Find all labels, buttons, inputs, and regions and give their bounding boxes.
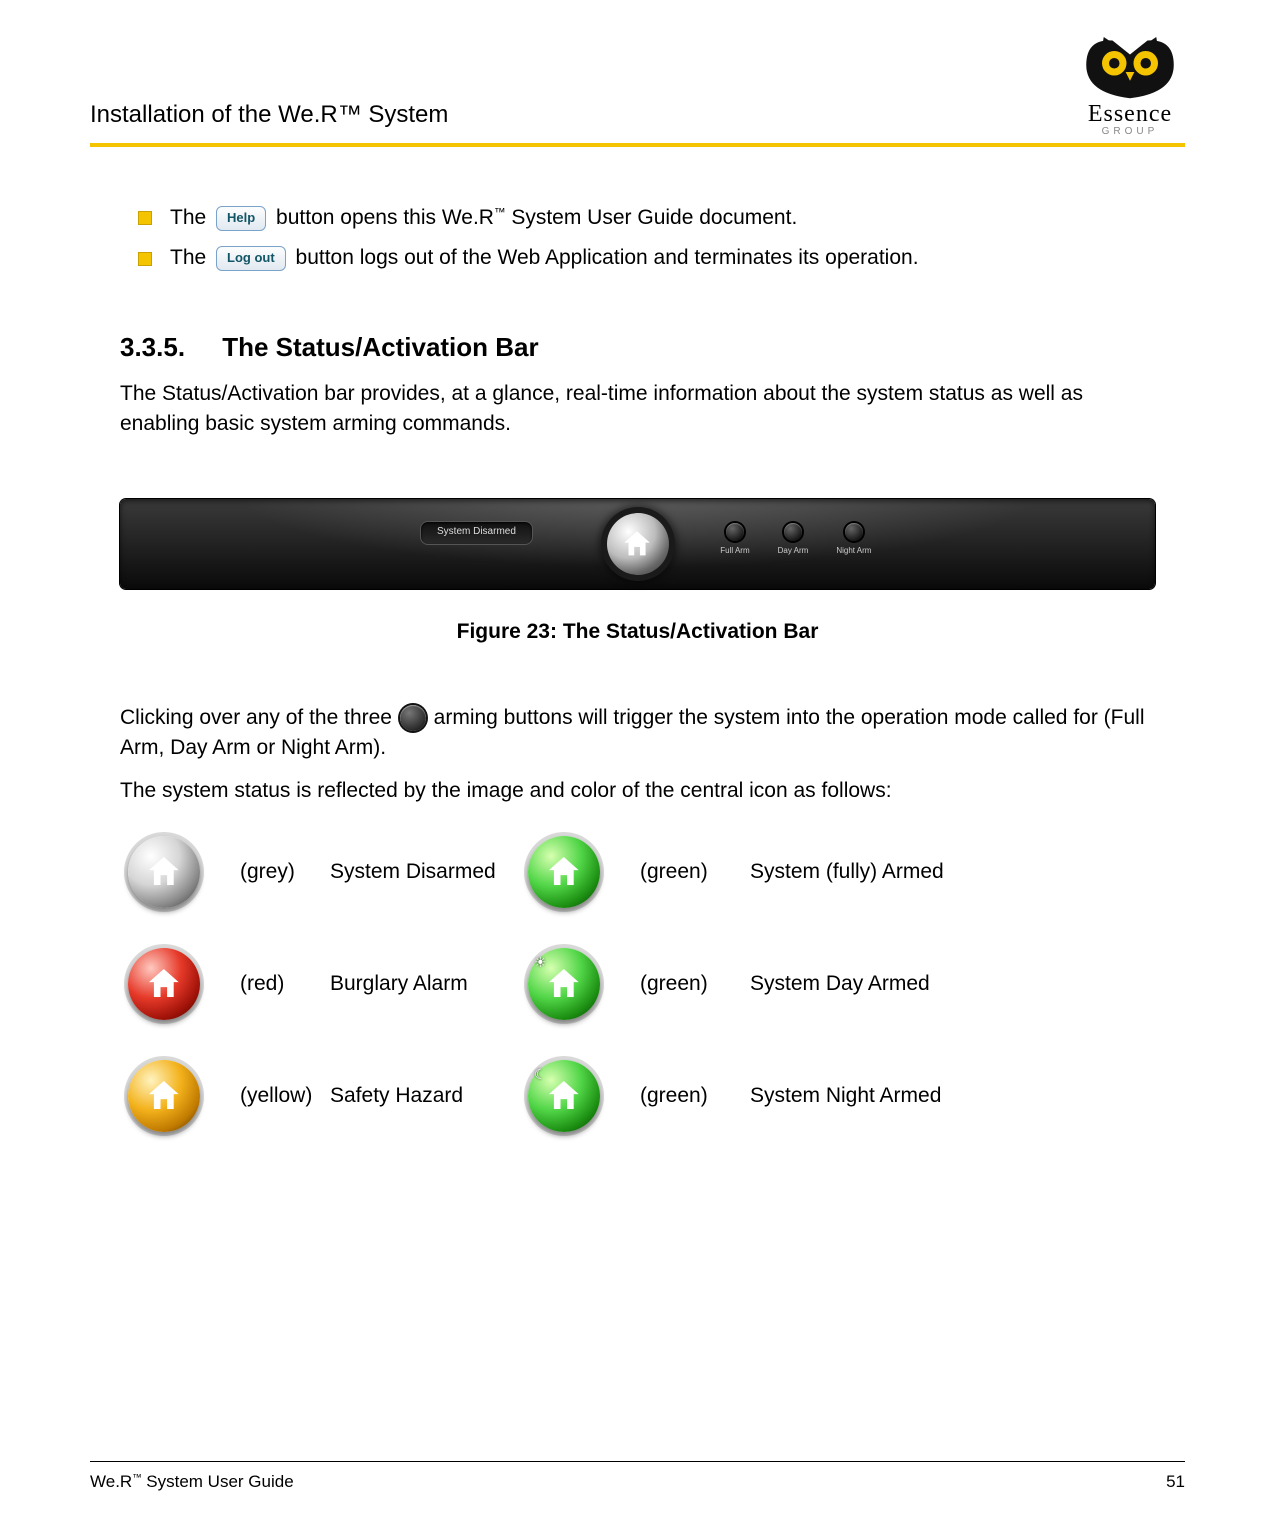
day-arm-orb-icon: ☀ bbox=[528, 948, 600, 1020]
bullet-logout: The Log out button logs out of the Web A… bbox=[138, 243, 1155, 273]
color-note: (green) bbox=[640, 1081, 750, 1111]
status-label: System Day Armed bbox=[750, 969, 1155, 999]
color-note: (grey) bbox=[240, 857, 330, 887]
square-bullet-icon bbox=[138, 252, 152, 266]
label: Day Arm bbox=[778, 545, 809, 557]
footer-doc-title: We.R™ System User Guide bbox=[90, 1472, 294, 1492]
text: button logs out of the Web Application a… bbox=[296, 246, 919, 269]
bullet-help: The Help button opens this We.R™ System … bbox=[138, 203, 1155, 233]
status-label: System Disarmed bbox=[420, 521, 533, 545]
status-label: Safety Hazard bbox=[330, 1081, 520, 1111]
dot-icon bbox=[784, 523, 802, 541]
hazard-orb-icon bbox=[128, 1060, 200, 1132]
color-note: (red) bbox=[240, 969, 330, 999]
tm-symbol: ™ bbox=[494, 207, 506, 219]
moon-icon: ☾ bbox=[534, 1064, 547, 1084]
figure-caption: Figure 23: The Status/Activation Bar bbox=[120, 617, 1155, 647]
sun-icon: ☀ bbox=[534, 952, 547, 972]
dot-icon bbox=[845, 523, 863, 541]
full-arm-orb-icon bbox=[528, 836, 600, 908]
status-label: Burglary Alarm bbox=[330, 969, 520, 999]
section-title: The Status/Activation Bar bbox=[222, 332, 538, 362]
house-icon bbox=[144, 852, 184, 892]
tm-symbol: ™ bbox=[132, 1472, 141, 1482]
paragraph: The system status is reflected by the im… bbox=[120, 776, 1155, 806]
page-number: 51 bbox=[1166, 1472, 1185, 1492]
status-activation-bar: System Disarmed Full Arm Day Arm Night A… bbox=[120, 499, 1155, 589]
status-label: System Night Armed bbox=[750, 1081, 1155, 1111]
house-icon bbox=[144, 1076, 184, 1116]
color-note: (green) bbox=[640, 857, 750, 887]
disarmed-orb-icon bbox=[128, 836, 200, 908]
house-icon bbox=[544, 1076, 584, 1116]
home-status-orb[interactable] bbox=[607, 513, 669, 575]
text: The bbox=[170, 206, 212, 229]
dot-icon bbox=[726, 523, 744, 541]
section-heading: 3.3.5. The Status/Activation Bar bbox=[120, 329, 1155, 367]
house-icon bbox=[144, 964, 184, 1004]
help-button[interactable]: Help bbox=[216, 206, 266, 231]
burglary-orb-icon bbox=[128, 948, 200, 1020]
logout-button[interactable]: Log out bbox=[216, 246, 286, 271]
text: The bbox=[170, 246, 212, 269]
house-icon bbox=[544, 964, 584, 1004]
text: button opens this We.R bbox=[276, 206, 494, 229]
section-intro: The Status/Activation bar provides, at a… bbox=[120, 379, 1155, 440]
color-note: (green) bbox=[640, 969, 750, 999]
section-number: 3.3.5. bbox=[120, 329, 215, 367]
brand-name: Essence bbox=[1075, 101, 1185, 128]
owl-icon bbox=[1075, 30, 1185, 100]
label: Night Arm bbox=[836, 545, 871, 557]
brand-logo: Essence GROUP bbox=[1075, 30, 1185, 137]
label: Full Arm bbox=[720, 545, 749, 557]
color-note: (yellow) bbox=[240, 1081, 330, 1111]
night-arm-button[interactable]: Night Arm bbox=[836, 523, 871, 557]
day-arm-button[interactable]: Day Arm bbox=[778, 523, 809, 557]
text: System User Guide document. bbox=[506, 206, 798, 229]
night-arm-orb-icon: ☾ bbox=[528, 1060, 600, 1132]
house-icon bbox=[544, 852, 584, 892]
square-bullet-icon bbox=[138, 211, 152, 225]
paragraph: Clicking over any of the three arming bu… bbox=[120, 703, 1155, 764]
arming-dot-icon bbox=[400, 705, 426, 731]
status-label: System Disarmed bbox=[330, 857, 520, 887]
house-icon bbox=[620, 527, 654, 561]
full-arm-button[interactable]: Full Arm bbox=[720, 523, 749, 557]
status-label: System (fully) Armed bbox=[750, 857, 1155, 887]
chapter-title: Installation of the We.R™ System bbox=[90, 101, 448, 137]
text: Clicking over any of the three bbox=[120, 706, 398, 729]
